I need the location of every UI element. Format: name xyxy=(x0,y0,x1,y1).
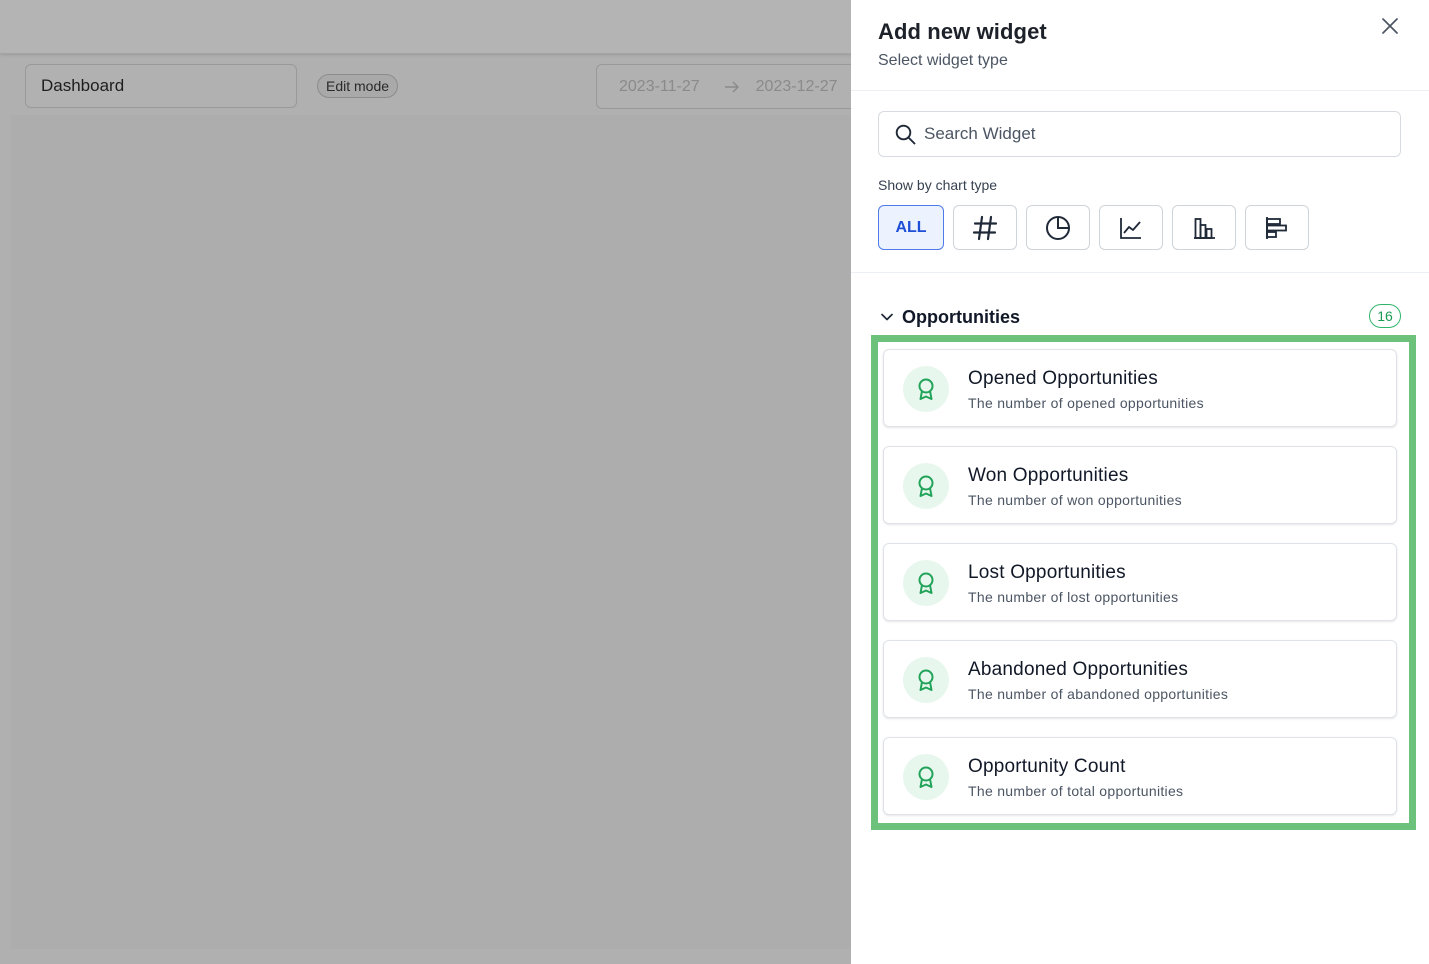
widget-item-opportunity-count[interactable]: Opportunity Count The number of total op… xyxy=(883,737,1397,815)
drawer-title: Add new widget xyxy=(878,19,1047,44)
award-icon xyxy=(903,560,949,606)
edit-mode-badge[interactable]: Edit mode xyxy=(317,74,399,98)
award-icon xyxy=(903,366,949,412)
widget-title: Opportunity Count xyxy=(968,756,1126,777)
award-icon xyxy=(903,463,949,509)
widget-item-opened-opportunities[interactable]: Opened Opportunities The number of opene… xyxy=(883,349,1397,427)
search-widget-field[interactable] xyxy=(878,111,1401,157)
filter-bar-button[interactable] xyxy=(1172,205,1236,250)
chart-type-filter-group: ALL xyxy=(878,205,1309,250)
line-chart-icon xyxy=(1119,216,1143,240)
widget-title: Won Opportunities xyxy=(968,465,1129,486)
drawer-header: Add new widget Select widget type xyxy=(851,0,1429,91)
widget-title: Opened Opportunities xyxy=(968,368,1158,389)
chart-type-filter-label: Show by chart type xyxy=(878,177,998,193)
horizontal-bar-chart-icon xyxy=(1265,216,1289,240)
arrow-right-icon xyxy=(724,81,740,93)
widget-item-won-opportunities[interactable]: Won Opportunities The number of won oppo… xyxy=(883,446,1397,524)
edit-mode-label: Edit mode xyxy=(326,78,390,94)
widget-title: Abandoned Opportunities xyxy=(968,659,1189,680)
filter-all-label: ALL xyxy=(895,218,927,236)
dashboard-select[interactable]: Dashboard xyxy=(25,64,297,108)
pie-chart-icon xyxy=(1045,215,1071,241)
widget-description: The number of lost opportunities xyxy=(968,589,1179,605)
widget-description: The number of won opportunities xyxy=(968,492,1182,508)
count-badge: 16 xyxy=(1369,304,1401,328)
dashboard-select-label: Dashboard xyxy=(41,76,125,95)
widget-item-abandoned-opportunities[interactable]: Abandoned Opportunities The number of ab… xyxy=(883,640,1397,718)
dashboard-canvas xyxy=(11,115,851,949)
group-header-opportunities[interactable]: Opportunities 16 xyxy=(878,304,1401,330)
group-title: Opportunities xyxy=(902,306,1020,327)
widget-description: The number of opened opportunities xyxy=(968,395,1204,411)
filter-horizontal-bar-button[interactable] xyxy=(1245,205,1309,250)
filter-all-button[interactable]: ALL xyxy=(878,205,944,250)
drawer-subtitle: Select widget type xyxy=(878,52,1008,69)
search-icon xyxy=(895,124,916,145)
award-icon xyxy=(903,657,949,703)
widget-title: Lost Opportunities xyxy=(968,562,1126,583)
close-icon xyxy=(1381,17,1399,35)
section-divider xyxy=(851,272,1429,273)
hash-icon xyxy=(972,215,998,241)
add-widget-drawer: Add new widget Select widget type Show b… xyxy=(851,0,1429,964)
widget-list: Opened Opportunities The number of opene… xyxy=(883,349,1397,834)
filter-pie-button[interactable] xyxy=(1026,205,1090,250)
award-icon xyxy=(903,754,949,800)
search-input[interactable] xyxy=(922,123,1386,145)
filter-number-button[interactable] xyxy=(953,205,1017,250)
filter-line-button[interactable] xyxy=(1099,205,1163,250)
date-start: 2023-11-27 xyxy=(619,77,700,95)
date-end: 2023-12-27 xyxy=(755,77,838,95)
bar-chart-icon xyxy=(1192,216,1216,240)
chevron-down-icon[interactable] xyxy=(880,310,894,324)
close-button[interactable] xyxy=(1378,14,1402,38)
widget-item-lost-opportunities[interactable]: Lost Opportunities The number of lost op… xyxy=(883,543,1397,621)
widget-description: The number of total opportunities xyxy=(968,783,1184,799)
widget-description: The number of abandoned opportunities xyxy=(968,686,1229,702)
